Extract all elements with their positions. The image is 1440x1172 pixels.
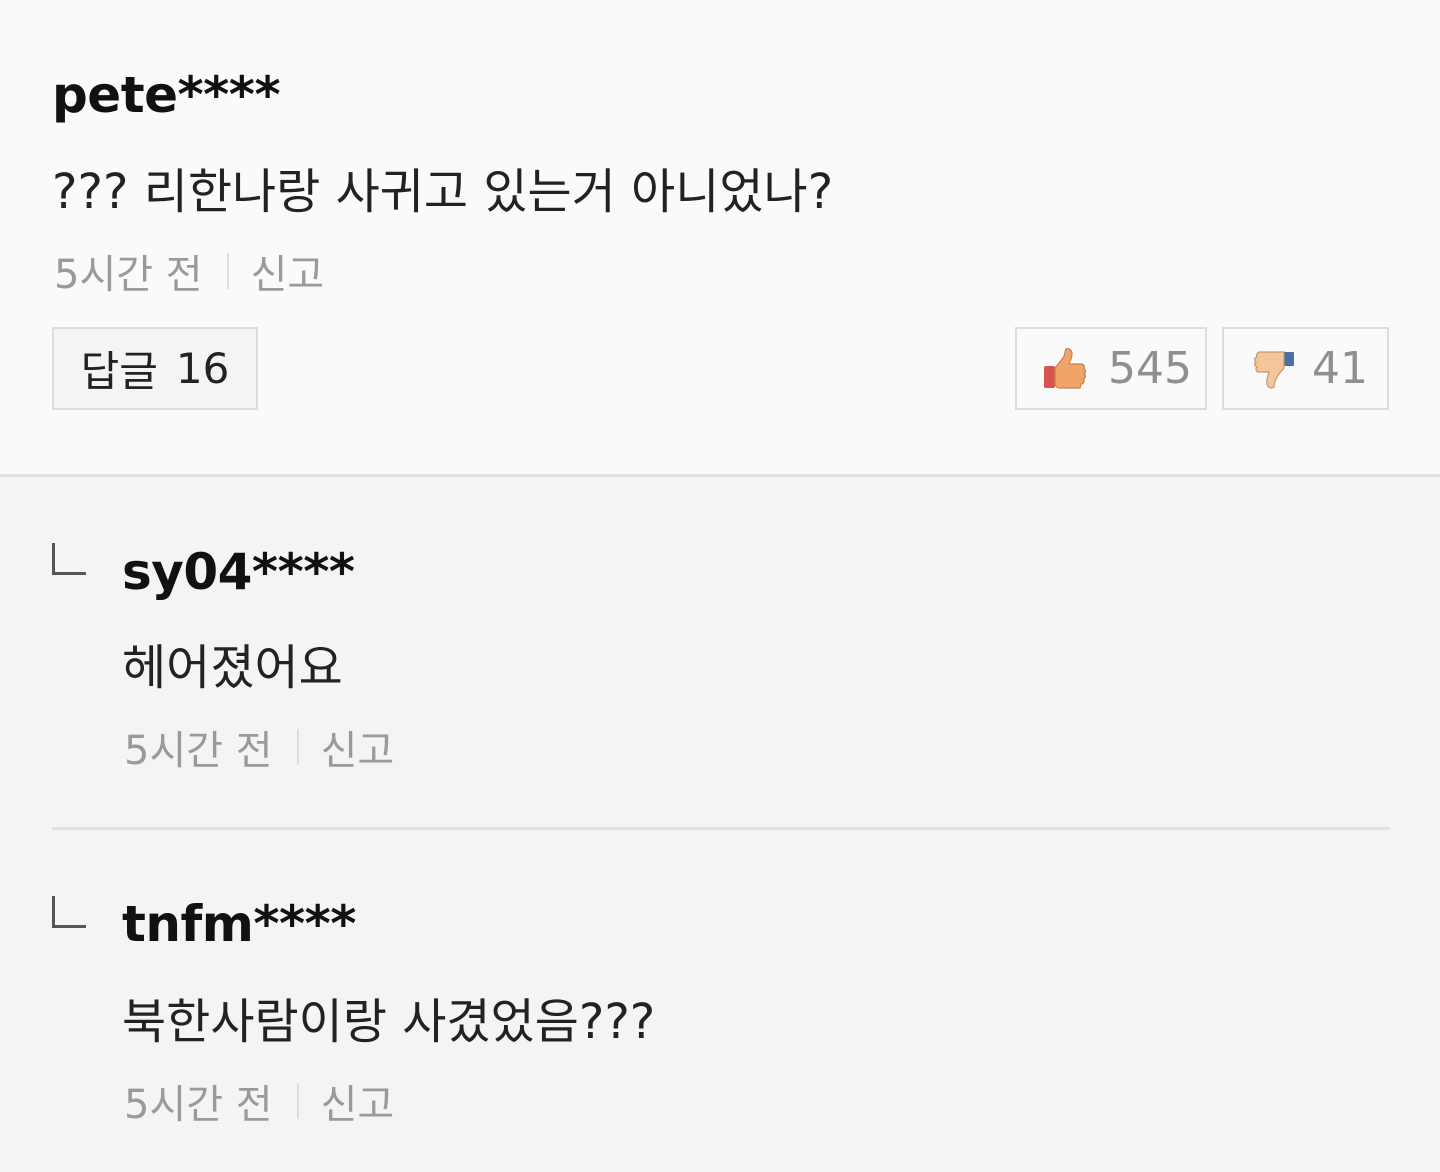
like-button[interactable]: 545	[1015, 327, 1207, 410]
comment-username[interactable]: pete****	[52, 66, 281, 124]
reply-meta: 5시간 전 신고	[124, 718, 394, 776]
dislike-count: 41	[1312, 343, 1368, 394]
thumbs-down-icon	[1254, 350, 1294, 389]
reply-time: 5시간 전	[124, 728, 273, 774]
replies-button[interactable]: 답글 16	[52, 327, 258, 410]
comment-card: pete**** ??? 리한나랑 사귀고 있는거 아니었나? 5시간 전 신고…	[0, 0, 1440, 474]
replies-count: 16	[175, 344, 230, 393]
reply-arrow-icon	[52, 896, 86, 928]
meta-separator	[296, 729, 299, 765]
reply-time: 5시간 전	[124, 1082, 273, 1128]
report-button[interactable]: 신고	[321, 718, 395, 776]
like-count: 545	[1108, 343, 1192, 394]
meta-separator	[226, 253, 229, 289]
reply-text: 헤어졌어요	[122, 640, 343, 696]
replies-label: 답글	[80, 347, 158, 396]
meta-separator	[296, 1083, 299, 1119]
reply-username[interactable]: sy04****	[122, 543, 355, 601]
thumbs-up-icon	[1044, 347, 1087, 389]
reply-arrow-icon	[52, 543, 86, 575]
reply-text: 북한사람이랑 사겼었음???	[122, 994, 656, 1050]
reply-meta: 5시간 전 신고	[124, 1072, 394, 1130]
comment-meta: 5시간 전 신고	[54, 242, 324, 300]
report-button[interactable]: 신고	[251, 242, 325, 300]
report-button[interactable]: 신고	[321, 1072, 395, 1130]
comment-time: 5시간 전	[54, 252, 203, 298]
reply-divider	[52, 827, 1390, 830]
reply-username[interactable]: tnfm****	[122, 895, 356, 953]
dislike-button[interactable]: 41	[1222, 327, 1389, 410]
comment-text: ??? 리한나랑 사귀고 있는거 아니었나?	[52, 164, 834, 220]
